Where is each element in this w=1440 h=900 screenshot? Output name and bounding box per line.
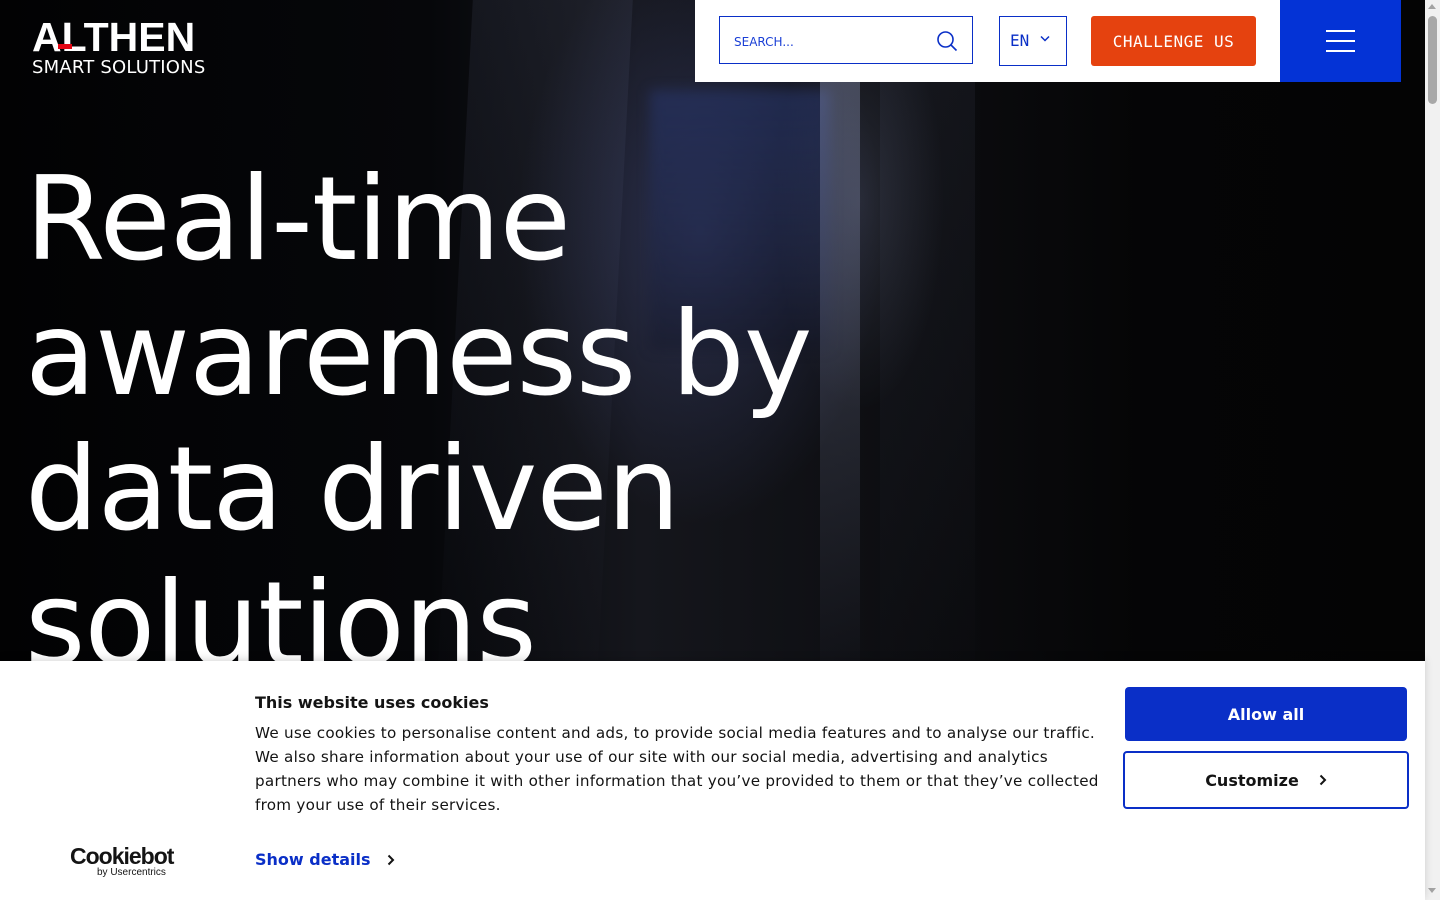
menu-icon-bar: [1326, 30, 1355, 32]
customize-label: Customize: [1205, 770, 1299, 790]
menu-icon-bar: [1326, 50, 1355, 52]
show-details-label: Show details: [255, 850, 371, 869]
menu-icon-bar: [1326, 40, 1355, 42]
hamburger-menu-button[interactable]: [1280, 0, 1401, 82]
search-icon[interactable]: [936, 30, 958, 52]
cookiebot-wordmark: Cookiebot: [70, 843, 174, 869]
hero-headline: Real-time awareness by data driven solut…: [25, 152, 812, 692]
cookiebot-subtitle: by Usercentrics: [97, 867, 166, 878]
header-toolbar: EN CHALLENGE US: [695, 0, 1280, 82]
logo-wordmark: ALTHEN: [32, 14, 196, 60]
hero-curtain: [880, 0, 975, 680]
language-selector[interactable]: EN: [999, 16, 1067, 66]
logo-tagline: SMART SOLUTIONS: [32, 57, 206, 78]
allow-all-button[interactable]: Allow all: [1125, 687, 1407, 741]
cookiebot-logo: Cookiebot by Usercentrics: [70, 843, 174, 878]
site-logo[interactable]: ALTHEN SMART SOLUTIONS: [32, 14, 206, 79]
challenge-us-button[interactable]: CHALLENGE US: [1091, 16, 1256, 66]
scroll-down-arrow-icon[interactable]: [1428, 888, 1436, 893]
show-details-link[interactable]: Show details: [255, 850, 395, 869]
logo-accent-mark: [58, 44, 72, 49]
language-value: EN: [1010, 31, 1030, 50]
chevron-down-icon: [1040, 35, 1050, 42]
customize-button[interactable]: Customize: [1123, 751, 1409, 809]
chevron-right-icon: [1319, 774, 1327, 786]
search-input[interactable]: [732, 30, 936, 54]
cookie-title: This website uses cookies: [255, 693, 489, 712]
cookie-banner: Cookiebot by Usercentrics This website u…: [0, 661, 1425, 900]
search-box: [719, 16, 973, 64]
page-scrollbar[interactable]: [1425, 0, 1440, 900]
chevron-right-icon: [387, 854, 394, 865]
cookie-description: We use cookies to personalise content an…: [255, 724, 1099, 814]
scroll-up-arrow-icon[interactable]: [1428, 4, 1436, 9]
scroll-thumb[interactable]: [1428, 16, 1437, 104]
